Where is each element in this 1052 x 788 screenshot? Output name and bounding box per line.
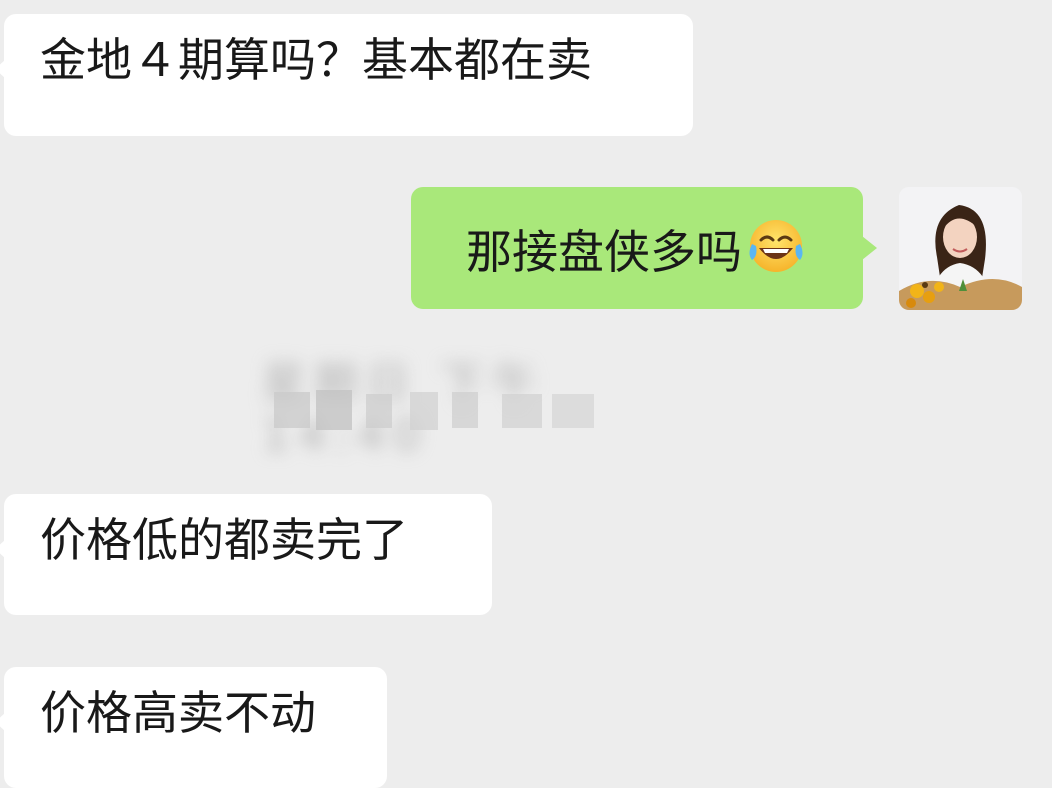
face-with-tears-of-joy-icon [746,216,806,276]
message-bubble-incoming[interactable]: 价格高卖不动 [0,667,387,788]
message-bubble-incoming[interactable]: 价格低的都卖完了 [0,494,492,615]
message-text: 金地４期算吗？基本都在卖 [40,33,592,87]
avatar-photo-icon [899,187,1022,310]
avatar[interactable] [899,187,1022,310]
timestamp-mosaic [274,390,594,430]
message-bubble-incoming[interactable]: 金地４期算吗？基本都在卖 [0,14,693,136]
message-timestamp: 星期日 下午14:40 [262,358,612,461]
message-text: 价格高卖不动 [40,686,316,740]
message-text: 那接盘侠多吗 [466,225,742,279]
message-bubble-outgoing[interactable]: 那接盘侠多吗 [411,187,877,309]
message-text: 价格低的都卖完了 [40,513,408,567]
